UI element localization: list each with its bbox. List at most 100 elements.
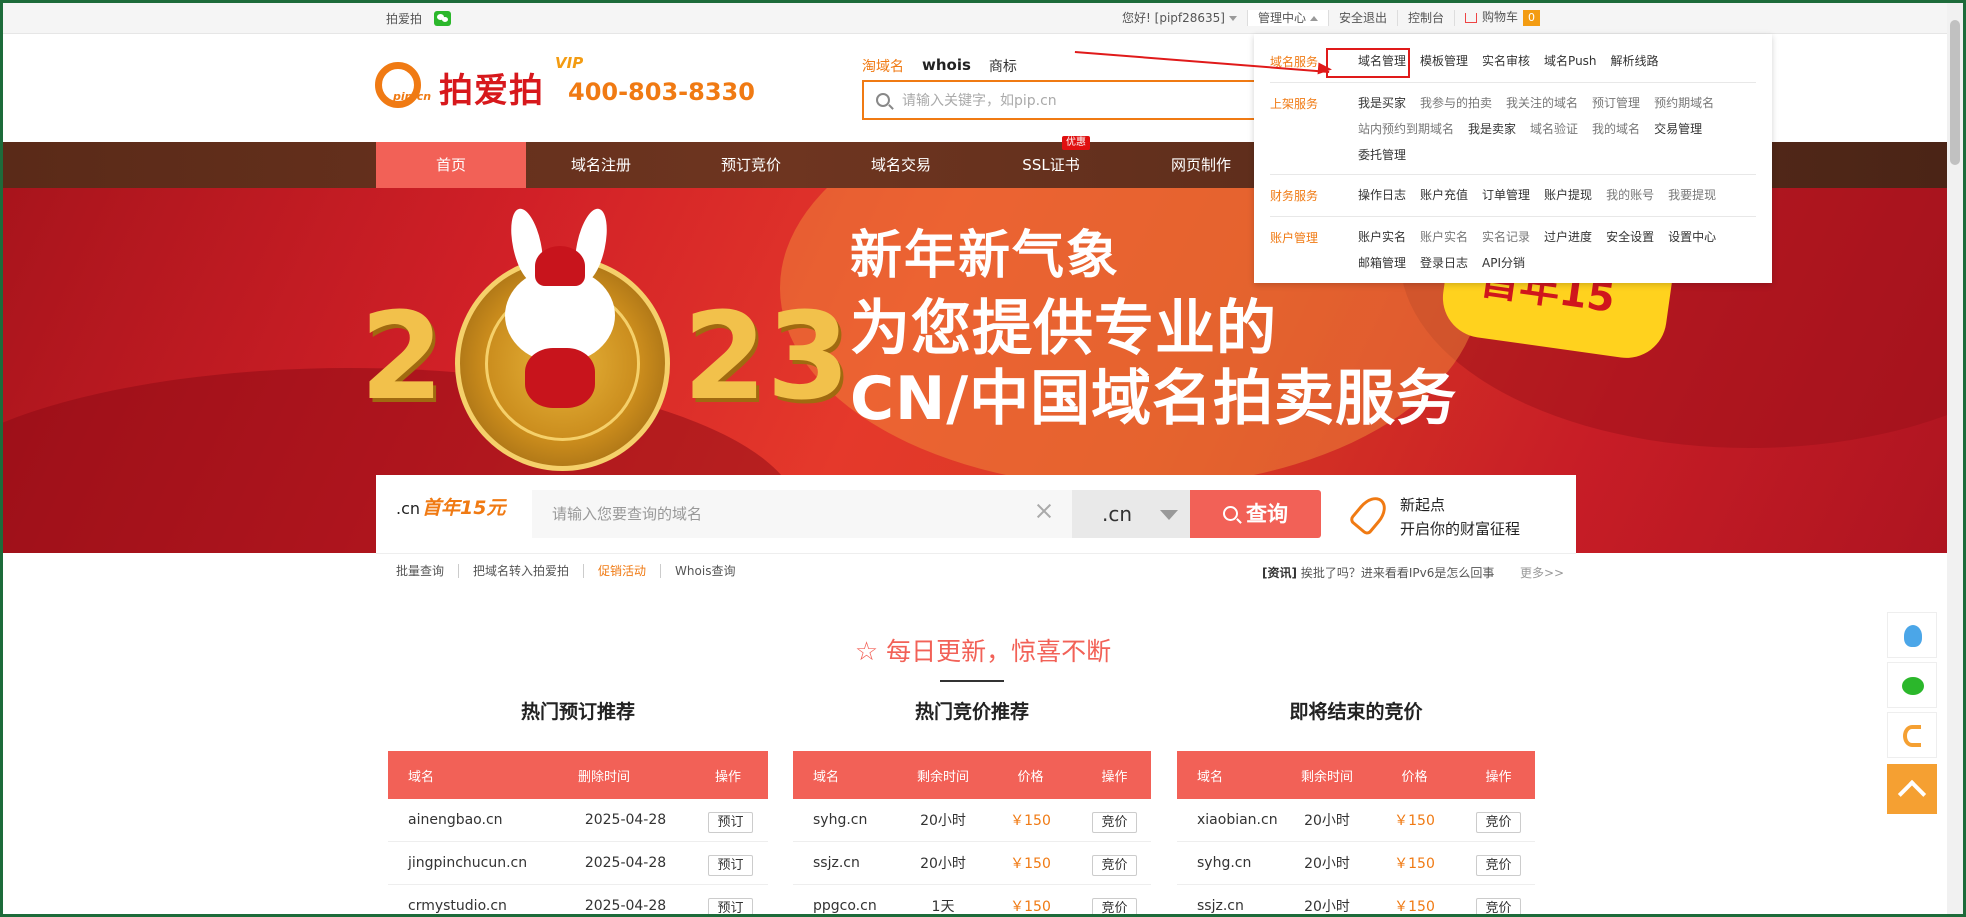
banner-year-right: 23: [683, 288, 850, 427]
cart-icon: [1465, 12, 1478, 23]
menu-my-auctions[interactable]: 我参与的拍卖: [1420, 90, 1492, 116]
hot-bid-table: 域名 剩余时间 价格 操作 syhg.cn 20小时 ￥150 竞价 ssjz.…: [793, 751, 1151, 917]
banner-headline: 新年新气象: [850, 226, 1121, 286]
quick-links: 批量查询 把域名转入拍爱拍 促销活动 Whois查询 [资讯] 挨批了吗？进来看…: [376, 553, 1576, 587]
nav-domain-trade[interactable]: 域名交易: [826, 142, 976, 188]
wechat-button[interactable]: [1887, 662, 1937, 708]
nav-ssl[interactable]: SSL证书 优惠: [976, 136, 1126, 188]
menu-withdraw[interactable]: 账户提现: [1544, 182, 1592, 208]
bid-button[interactable]: 竞价: [1092, 811, 1137, 833]
nav-domain-register[interactable]: 域名注册: [526, 142, 676, 188]
more-news-link[interactable]: 更多>>: [1520, 564, 1564, 581]
rabbit-mascot-image: [495, 205, 625, 408]
link-transfer-in[interactable]: 把域名转入拍爱拍: [459, 564, 585, 578]
menu-orders[interactable]: 订单管理: [1482, 182, 1530, 208]
reserve-button[interactable]: 预订: [708, 854, 753, 876]
col-title-hot-bid: 热门竞价推荐: [914, 701, 1029, 723]
bid-button[interactable]: 竞价: [1476, 811, 1521, 833]
phone-button[interactable]: [1887, 712, 1937, 758]
menu-account-realname[interactable]: 账户实名: [1358, 224, 1406, 250]
suffix-select[interactable]: .cn: [1072, 490, 1190, 538]
menu-realname-review[interactable]: 实名审核: [1482, 48, 1530, 74]
table-row: xiaobian.cn 20小时 ￥150 竞价: [1177, 799, 1535, 842]
news-item[interactable]: [资讯] 挨批了吗？进来看看IPv6是怎么回事: [1262, 564, 1494, 581]
bid-button[interactable]: 竞价: [1476, 897, 1521, 917]
tab-domain[interactable]: 淘域名: [862, 56, 904, 76]
reserve-button[interactable]: 预订: [708, 897, 753, 917]
menu-dns-line[interactable]: 解析线路: [1611, 48, 1659, 74]
menu-recharge[interactable]: 账户充值: [1420, 182, 1468, 208]
chevron-down-icon[interactable]: [1228, 15, 1237, 21]
promo-badge: 优惠: [1062, 136, 1090, 150]
menu-expiring-domains[interactable]: 预约期域名: [1654, 90, 1714, 116]
menu-security[interactable]: 安全设置: [1606, 224, 1654, 250]
title-underline: [940, 680, 1004, 682]
dd-group-finance: 财务服务 操作日志 账户充值 订单管理 账户提现 我的账号 我要提现: [1270, 182, 1756, 208]
header-search-input[interactable]: 请输入关键字，如pip.cn: [862, 80, 1262, 120]
menu-reserve-manage[interactable]: 预订管理: [1592, 90, 1640, 116]
bid-button[interactable]: 竞价: [1092, 854, 1137, 876]
nav-reserve-bid[interactable]: 预订竞价: [676, 142, 826, 188]
side-float-bar: [1887, 612, 1937, 818]
table-row: ppgco.cn 1天 ￥150 竞价: [793, 885, 1151, 917]
back-to-top-button[interactable]: [1887, 764, 1937, 814]
logo-text: 拍爱拍: [439, 70, 544, 111]
scrollbar-thumb[interactable]: [1950, 20, 1960, 165]
menu-op-log[interactable]: 操作日志: [1358, 182, 1406, 208]
qq-button[interactable]: [1887, 612, 1937, 658]
cn-price-label: .cn 首年15元: [396, 497, 506, 519]
menu-consign-manage[interactable]: 委托管理: [1358, 142, 1406, 168]
rocket-icon: [1349, 493, 1389, 533]
domain-query-button[interactable]: 查询: [1190, 490, 1321, 538]
tab-whois[interactable]: whois: [922, 56, 971, 76]
chevron-down-icon: [1160, 510, 1178, 520]
menu-template-manage[interactable]: 模板管理: [1420, 48, 1468, 74]
console-link[interactable]: 控制台: [1398, 9, 1456, 26]
menu-my-account[interactable]: 我的账号: [1606, 182, 1654, 208]
site-logo[interactable]: pip.cn 拍爱拍 VIP 400-803-8330: [375, 54, 755, 112]
hot-reserve-table: 域名 删除时间 操作 ainengbao.cn 2025-04-28 预订 ji…: [388, 751, 768, 917]
menu-realname-records[interactable]: 实名记录: [1482, 224, 1530, 250]
bid-button[interactable]: 竞价: [1092, 897, 1137, 917]
table-header: 域名 剩余时间 价格 操作: [793, 751, 1151, 799]
phone-icon: [1903, 725, 1921, 747]
menu-account-realname-2[interactable]: 账户实名: [1420, 224, 1468, 250]
menu-domain-push[interactable]: 域名Push: [1544, 48, 1597, 74]
menu-request-withdraw[interactable]: 我要提现: [1668, 182, 1716, 208]
menu-login-log[interactable]: 登录日志: [1420, 250, 1468, 276]
star-icon: ☆: [854, 637, 879, 667]
search-icon: [1223, 506, 1238, 521]
menu-transfer-progress[interactable]: 过户进度: [1544, 224, 1592, 250]
menu-seller[interactable]: 我是卖家: [1468, 116, 1516, 142]
cart-link[interactable]: 购物车 0: [1455, 9, 1550, 26]
link-batch-query[interactable]: 批量查询: [396, 564, 460, 578]
menu-buyer[interactable]: 我是买家: [1358, 90, 1406, 116]
top-site-name[interactable]: 拍爱拍: [386, 10, 422, 27]
link-promotions[interactable]: 促销活动: [584, 564, 662, 578]
menu-domain-verify[interactable]: 域名验证: [1530, 116, 1578, 142]
top-bar: 拍爱拍 您好! [pipf28635] 管理中心 安全退出 控制台 购物车 0: [0, 0, 1966, 34]
menu-watched-domains[interactable]: 我关注的域名: [1506, 90, 1578, 116]
reserve-button[interactable]: 预订: [708, 811, 753, 833]
search-icon: [876, 93, 890, 107]
menu-email-manage[interactable]: 邮箱管理: [1358, 250, 1406, 276]
username[interactable]: [pipf28635]: [1155, 11, 1225, 25]
wechat-icon[interactable]: [434, 11, 452, 26]
menu-api-distribution[interactable]: API分销: [1482, 250, 1525, 276]
nav-home[interactable]: 首页: [376, 142, 526, 188]
menu-trade-manage[interactable]: 交易管理: [1654, 116, 1702, 142]
slogan: 新起点 开启你的财富征程: [1400, 496, 1521, 538]
tab-trademark[interactable]: 商标: [989, 56, 1017, 76]
phone-number: 400-803-8330: [568, 78, 755, 106]
domain-search-input[interactable]: 请输入您要查询的域名: [532, 490, 1072, 538]
logo-mark: pip.cn: [375, 62, 435, 112]
page-scrollbar[interactable]: [1947, 0, 1963, 917]
link-whois[interactable]: Whois查询: [661, 564, 749, 578]
menu-site-expiring[interactable]: 站内预约到期域名: [1358, 116, 1454, 142]
clear-icon[interactable]: [1036, 503, 1052, 519]
bid-button[interactable]: 竞价: [1476, 854, 1521, 876]
menu-settings[interactable]: 设置中心: [1668, 224, 1716, 250]
logout-link[interactable]: 安全退出: [1329, 9, 1399, 26]
menu-my-domains[interactable]: 我的域名: [1592, 116, 1640, 142]
management-center-menu[interactable]: 管理中心: [1247, 9, 1329, 26]
